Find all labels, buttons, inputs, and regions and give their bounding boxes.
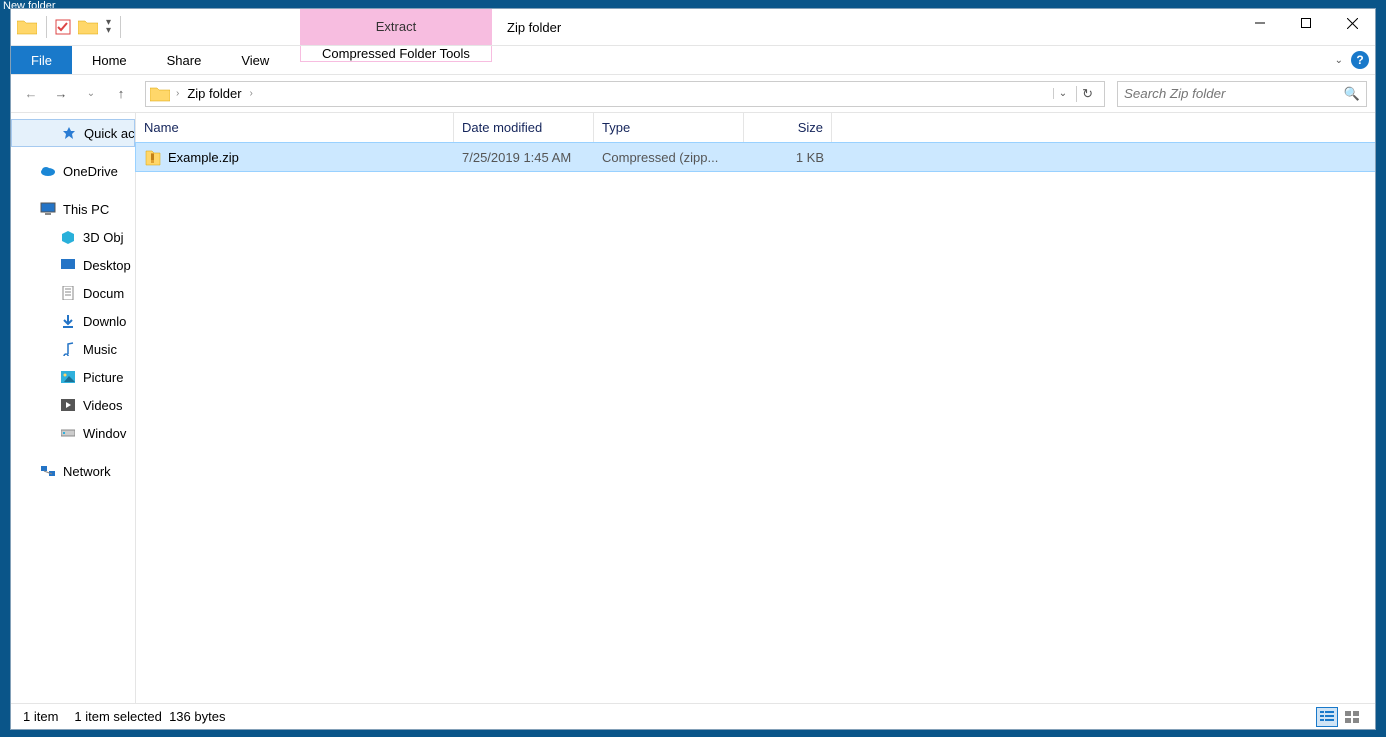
sidebar-item-this-pc[interactable]: This PC (11, 195, 135, 223)
file-explorer-window: ▾▾ Extract Zip folder File Home Share Vi… (10, 8, 1376, 730)
explorer-body: Quick ac OneDrive This PC 3D Obj Desktop (11, 112, 1375, 703)
help-icon[interactable]: ? (1351, 51, 1369, 69)
search-icon[interactable]: 🔍 (1344, 86, 1360, 102)
column-header-type[interactable]: Type (594, 113, 744, 142)
sidebar-item-quick-access[interactable]: Quick ac (11, 119, 135, 147)
music-icon (59, 340, 77, 358)
document-icon (59, 284, 77, 302)
minimize-button[interactable] (1237, 8, 1283, 38)
close-button[interactable] (1329, 8, 1375, 38)
sort-ascending-icon: ▴ (292, 112, 296, 114)
large-icons-view-button[interactable] (1341, 707, 1363, 727)
zip-file-icon (144, 148, 162, 166)
qat-customize-dropdown[interactable]: ▾▾ (104, 19, 113, 35)
column-header-date[interactable]: Date modified (454, 113, 594, 142)
status-item-count: 1 item (23, 709, 58, 724)
sidebar-label: Picture (83, 370, 123, 385)
cube-icon (59, 228, 77, 246)
properties-icon[interactable] (54, 18, 72, 36)
column-header-name[interactable]: Name ▴ (136, 113, 454, 142)
folder-icon (150, 84, 170, 104)
sidebar-label: Network (63, 464, 111, 479)
column-headers: Name ▴ Date modified Type Size (136, 113, 1375, 143)
window-controls (1237, 9, 1375, 45)
sidebar-label: OneDrive (63, 164, 118, 179)
file-row[interactable]: Example.zip 7/25/2019 1:45 AM Compressed… (136, 143, 1375, 171)
separator (46, 16, 47, 38)
expand-ribbon-icon[interactable]: ⌄ (1335, 55, 1343, 66)
search-box[interactable]: 🔍 (1117, 81, 1367, 107)
sidebar-item-videos[interactable]: Videos (11, 391, 135, 419)
tab-file[interactable]: File (11, 46, 72, 74)
sidebar-label: This PC (63, 202, 109, 217)
search-input[interactable] (1124, 86, 1344, 101)
chevron-right-icon[interactable]: › (246, 88, 257, 99)
file-list-pane: Name ▴ Date modified Type Size Example.z… (136, 113, 1375, 703)
window-title: Zip folder (507, 9, 561, 45)
up-button[interactable]: ↑ (109, 82, 133, 106)
titlebar: ▾▾ Extract Zip folder (11, 9, 1375, 46)
ribbon-tabs: File Home Share View Compressed Folder T… (11, 46, 1375, 74)
sidebar-item-documents[interactable]: Docum (11, 279, 135, 307)
sidebar-label: Videos (83, 398, 123, 413)
tab-compressed-folder-tools[interactable]: Compressed Folder Tools (300, 46, 492, 62)
desktop-icon (59, 256, 77, 274)
new-folder-icon[interactable] (76, 15, 100, 39)
sidebar-label: Music (83, 342, 117, 357)
quick-access-toolbar: ▾▾ (11, 9, 128, 45)
sidebar-item-pictures[interactable]: Picture (11, 363, 135, 391)
sidebar-label: Windov (83, 426, 126, 441)
sidebar-item-onedrive[interactable]: OneDrive (11, 157, 135, 185)
sidebar-item-network[interactable]: Network (11, 457, 135, 485)
status-bar: 1 item 1 item selected 136 bytes (11, 703, 1375, 729)
back-button[interactable]: ← (19, 82, 43, 106)
download-icon (59, 312, 77, 330)
forward-button[interactable]: → (49, 82, 73, 106)
address-history-dropdown[interactable]: ⌄ (1053, 88, 1072, 99)
tab-view[interactable]: View (221, 46, 289, 74)
contextual-tab-header-extract[interactable]: Extract (300, 9, 492, 45)
sidebar-item-3d-objects[interactable]: 3D Obj (11, 223, 135, 251)
sidebar-label: Downlo (83, 314, 126, 329)
navigation-pane: Quick ac OneDrive This PC 3D Obj Desktop (11, 113, 136, 703)
file-size: 1 KB (744, 150, 832, 165)
sidebar-label: Docum (83, 286, 124, 301)
separator (120, 16, 121, 38)
sidebar-label: Quick ac (84, 126, 135, 141)
picture-icon (59, 368, 77, 386)
file-type: Compressed (zipp... (594, 150, 744, 165)
folder-icon[interactable] (15, 15, 39, 39)
monitor-icon (39, 200, 57, 218)
refresh-button[interactable]: ↻ (1076, 86, 1098, 102)
sidebar-item-desktop[interactable]: Desktop (11, 251, 135, 279)
column-header-size[interactable]: Size (744, 113, 832, 142)
network-icon (39, 462, 57, 480)
address-bar[interactable]: › Zip folder › ⌄ ↻ (145, 81, 1105, 107)
drive-icon (59, 424, 77, 442)
sidebar-item-downloads[interactable]: Downlo (11, 307, 135, 335)
file-date: 7/25/2019 1:45 AM (454, 150, 594, 165)
cloud-icon (39, 162, 57, 180)
sidebar-label: 3D Obj (83, 230, 123, 245)
star-icon (60, 124, 78, 142)
tab-share[interactable]: Share (147, 46, 222, 74)
details-view-button[interactable] (1316, 707, 1338, 727)
sidebar-label: Desktop (83, 258, 131, 273)
breadcrumb-zip-folder[interactable]: Zip folder (183, 86, 245, 101)
chevron-right-icon[interactable]: › (172, 88, 183, 99)
status-selected: 1 item selected 136 bytes (74, 709, 225, 724)
tab-home[interactable]: Home (72, 46, 147, 74)
recent-locations-dropdown[interactable]: ⌄ (79, 82, 103, 106)
sidebar-item-music[interactable]: Music (11, 335, 135, 363)
navigation-bar: ← → ⌄ ↑ › Zip folder › ⌄ ↻ 🔍 (11, 74, 1375, 112)
sidebar-item-windows[interactable]: Windov (11, 419, 135, 447)
file-name: Example.zip (168, 150, 239, 165)
maximize-button[interactable] (1283, 8, 1329, 38)
video-icon (59, 396, 77, 414)
